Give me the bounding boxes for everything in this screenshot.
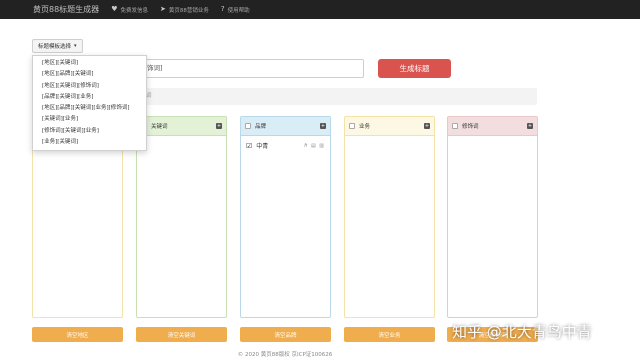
nav-help[interactable]: ? 使用帮助 [221, 6, 250, 14]
select-all-checkbox[interactable] [349, 123, 355, 129]
row-action-icons[interactable]: ℏ ▤ ▥ [304, 143, 325, 149]
panel-business: 业务 + [344, 116, 435, 318]
template-option[interactable]: [修饰词][关键词][业务] [33, 126, 146, 137]
template-option[interactable]: [关键词][业务] [33, 114, 146, 125]
nav-free-post[interactable]: ♥ 免费发信息 [111, 6, 148, 14]
nav-free-post-label: 免费发信息 [120, 7, 148, 14]
footer-copyright: © 2020 黄页88版权 京ICP证100626 [237, 352, 333, 358]
panel-brand: 品牌 + ☑ 中青 ℏ ▤ ▥ [240, 116, 331, 318]
question-circle-icon: ? [220, 5, 225, 13]
clear-region-button[interactable]: 清空地区 [32, 327, 123, 342]
panel-header: 关键词 + [137, 117, 226, 136]
checkbox-checked-icon[interactable]: ☑ [246, 142, 252, 150]
plus-icon[interactable]: + [527, 123, 533, 129]
result-hint-bar: 词 [136, 88, 537, 105]
template-dropdown-menu: [地区][关键词] [地区][品牌][关键词] [地区][关键词][修饰词] [… [32, 55, 147, 152]
template-option[interactable]: [业务][关键词] [33, 137, 146, 148]
watermark-text: 知乎 @北大青鸟中青 [452, 323, 592, 341]
panel-modifier: 修饰词 + [447, 116, 538, 318]
panel-keyword: 关键词 + [136, 116, 227, 318]
caret-down-icon: ▾ [74, 43, 77, 49]
template-select-label: 标题模板选择 [38, 44, 72, 50]
template-option[interactable]: [地区][品牌][关键词] [33, 69, 146, 80]
clear-keyword-button[interactable]: 清空关键词 [136, 327, 227, 342]
heart-icon: ♥ [111, 5, 118, 13]
template-option[interactable]: [地区][品牌][关键词][业务][修饰词] [33, 103, 146, 114]
select-all-checkbox[interactable] [245, 123, 251, 129]
template-option[interactable]: [地区][关键词][修饰词] [33, 81, 146, 92]
panel-title: 业务 [359, 124, 371, 130]
panel-header: 品牌 + [241, 117, 330, 136]
list-item-label: 中青 [256, 143, 269, 150]
plus-icon[interactable]: + [424, 123, 430, 129]
clear-business-button[interactable]: 清空业务 [344, 327, 435, 342]
panel-header: 业务 + [345, 117, 434, 136]
plus-icon[interactable]: + [320, 123, 326, 129]
send-icon: ➤ [159, 5, 166, 13]
top-navbar: 黄页88标题生成器 ♥ 免费发信息 ➤ 黄页88营销业务 ? 使用帮助 [0, 0, 640, 19]
template-select-button[interactable]: 标题模板选择 ▾ [32, 39, 83, 53]
select-all-checkbox[interactable] [452, 123, 458, 129]
plus-icon[interactable]: + [216, 123, 222, 129]
template-option[interactable]: [品牌][关键词][业务] [33, 92, 146, 103]
list-item[interactable]: ☑ 中青 ℏ ▤ ▥ [241, 136, 330, 155]
panel-title: 修饰词 [462, 124, 479, 130]
nav-marketing[interactable]: ➤ 黄页88营销业务 [160, 6, 209, 14]
panel-title: 关键词 [151, 124, 168, 130]
brand-title[interactable]: 黄页88标题生成器 [33, 4, 99, 15]
panel-header: 修饰词 + [448, 117, 537, 136]
clear-brand-button[interactable]: 清空品牌 [240, 327, 331, 342]
panel-title: 品牌 [255, 124, 267, 130]
generate-title-button[interactable]: 生成标题 [378, 59, 451, 78]
nav-marketing-label: 黄页88营销业务 [168, 7, 209, 14]
template-option[interactable]: [地区][关键词] [33, 58, 146, 69]
title-template-input[interactable]: 饰词] [136, 59, 364, 78]
nav-help-label: 使用帮助 [227, 7, 250, 14]
